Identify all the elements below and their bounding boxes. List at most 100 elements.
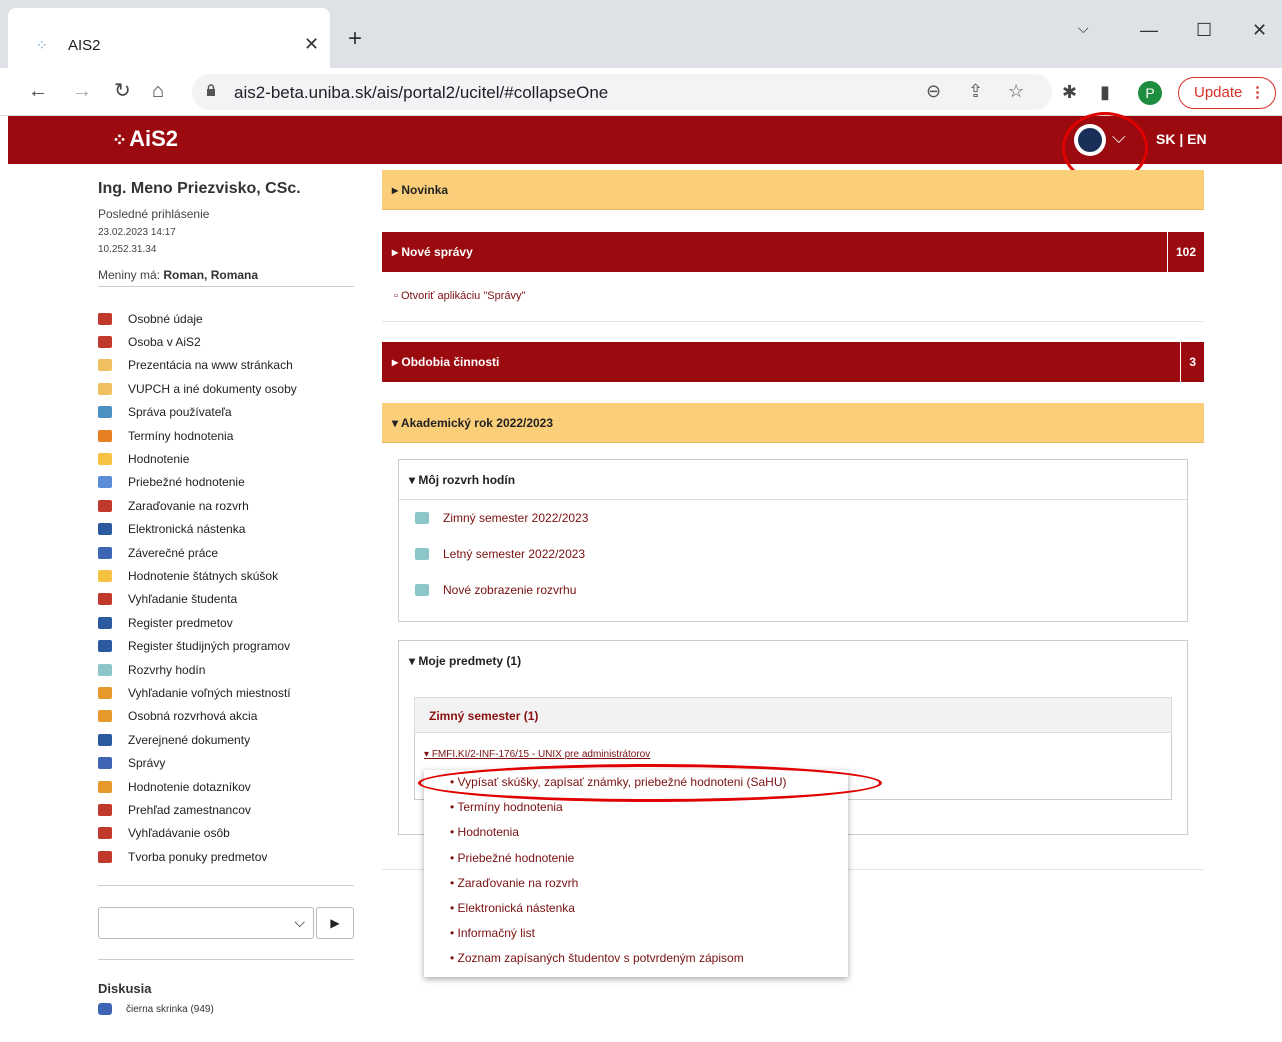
sidebar-item[interactable]: Register predmetov bbox=[98, 611, 354, 634]
sidebar-item-icon bbox=[98, 499, 112, 512]
sidebar-item-icon bbox=[98, 336, 112, 349]
sidebar-item-label: Záverečné práce bbox=[128, 545, 219, 560]
sidebar-item[interactable]: Zaraďovanie na rozvrh bbox=[98, 494, 354, 517]
bullet-icon: • bbox=[450, 875, 458, 890]
logo-dots-icon: ⁘ bbox=[112, 130, 127, 150]
sidebar-item[interactable]: Tvorba ponuky predmetov bbox=[98, 845, 354, 868]
bullet-icon: • bbox=[450, 850, 458, 865]
sidebar-item[interactable]: Správy bbox=[98, 751, 354, 774]
home-icon[interactable]: ⌂ bbox=[152, 80, 164, 102]
subjects-header[interactable]: ▾ Moje predmety (1) bbox=[399, 641, 1187, 681]
zoom-icon[interactable]: ⊖ bbox=[926, 81, 941, 102]
sidebar-item[interactable]: Rozvrhy hodín bbox=[98, 658, 354, 681]
extensions-icon[interactable]: ✱ bbox=[1062, 82, 1077, 103]
sidebar-item[interactable]: Termíny hodnotenia bbox=[98, 424, 354, 447]
schedule-item[interactable]: Nové zobrazenie rozvrhu bbox=[399, 572, 1187, 608]
subject-action-item[interactable]: • Zoznam zapísaných študentov s potvrden… bbox=[424, 946, 848, 971]
url-bar[interactable]: ais2-beta.uniba.sk/ais/portal2/ucitel/#c… bbox=[192, 74, 1052, 110]
sidebar-item[interactable]: Osoba v AiS2 bbox=[98, 330, 354, 353]
sidebar-item[interactable]: Osobná rozvrhová akcia bbox=[98, 705, 354, 728]
schedule-header[interactable]: ▾ Môj rozvrh hodín bbox=[399, 460, 1187, 500]
bookmark-star-icon[interactable]: ☆ bbox=[1008, 81, 1024, 102]
sidebar-item[interactable]: Vyhľadanie voľných miestností bbox=[98, 681, 354, 704]
subject-action-item[interactable]: • Priebežné hodnotenie bbox=[424, 846, 848, 871]
subject-link[interactable]: ▾ FMFI.KI/2-INF-176/15 - UNIX pre admini… bbox=[424, 749, 650, 760]
sidebar-item[interactable]: Záverečné práce bbox=[98, 541, 354, 564]
browser-tab[interactable]: ⁘ AIS2 ✕ bbox=[8, 8, 330, 68]
open-messages-link[interactable]: ▫ Otvoriť aplikáciu "Správy" bbox=[394, 290, 525, 302]
sidebar-item[interactable]: Prehľad zamestnancov bbox=[98, 798, 354, 821]
sidebar-item[interactable]: Priebežné hodnotenie bbox=[98, 471, 354, 494]
sidebar-item[interactable]: VUPCH a iné dokumenty osoby bbox=[98, 377, 354, 400]
sidebar-item-label: Register predmetov bbox=[128, 615, 233, 630]
namedays-names: Roman, Romana bbox=[163, 268, 259, 282]
sidebar-item-label: Vyhľadanie voľných miestností bbox=[128, 685, 291, 700]
language-switch[interactable]: SK | EN bbox=[1156, 131, 1207, 147]
sidebar-item-label: Osoba v AiS2 bbox=[128, 335, 201, 350]
update-button[interactable]: Update ⋮ bbox=[1178, 77, 1276, 109]
sidebar-item-icon bbox=[98, 640, 112, 653]
minimize-icon[interactable]: — bbox=[1140, 20, 1158, 41]
discussion-item[interactable]: čierna skrinka (949) bbox=[98, 1003, 214, 1015]
namedays-label: Meniny má: bbox=[98, 268, 161, 282]
schedule-item[interactable]: Zimný semester 2022/2023 bbox=[399, 500, 1187, 536]
profile-avatar[interactable]: P bbox=[1138, 81, 1162, 105]
tab-close-icon[interactable]: ✕ bbox=[304, 34, 319, 55]
sidebar-item[interactable]: Prezentácia na www stránkach bbox=[98, 354, 354, 377]
menu-dots-icon[interactable]: ⋮ bbox=[1250, 78, 1265, 108]
sidebar-item[interactable]: Hodnotenie dotazníkov bbox=[98, 775, 354, 798]
side-panel-icon[interactable]: ▮ bbox=[1100, 82, 1110, 103]
sidebar-item-label: Vyhľadávanie osôb bbox=[128, 826, 230, 841]
maximize-icon[interactable]: ☐ bbox=[1196, 20, 1212, 41]
schedule-item[interactable]: Letný semester 2022/2023 bbox=[399, 536, 1187, 572]
schedule-item-label: Nové zobrazenie rozvrhu bbox=[443, 583, 577, 597]
subject-action-item[interactable]: • Zaraďovanie na rozvrh bbox=[424, 871, 848, 896]
forward-icon[interactable]: → bbox=[72, 80, 92, 102]
app-select[interactable]: ⌵ bbox=[98, 907, 314, 939]
reload-icon[interactable]: ↻ bbox=[114, 80, 131, 102]
last-login-ip: 10.252.31.34 bbox=[98, 244, 157, 255]
subject-action-item[interactable]: • Informačný list bbox=[424, 921, 848, 946]
sidebar-item[interactable]: Zverejnené dokumenty bbox=[98, 728, 354, 751]
panel-messages[interactable]: ▸ Nové správy 102 bbox=[382, 232, 1204, 272]
window-close-icon[interactable]: ✕ bbox=[1252, 20, 1267, 41]
new-tab-icon[interactable]: + bbox=[348, 27, 362, 51]
url-text: ais2-beta.uniba.sk/ais/portal2/ucitel/#c… bbox=[234, 83, 609, 102]
sidebar-item[interactable]: Vyhľadanie študenta bbox=[98, 588, 354, 611]
sidebar-item[interactable]: Register študijných programov bbox=[98, 634, 354, 657]
panel-periods[interactable]: ▸ Obdobia činnosti 3 bbox=[382, 342, 1204, 382]
panel-news[interactable]: ▸ Novinka bbox=[382, 170, 1204, 210]
go-button[interactable]: ▶ bbox=[316, 907, 354, 939]
semester-header[interactable]: Zimný semester (1) bbox=[414, 697, 1172, 733]
bullet-icon: ▫ bbox=[394, 290, 398, 302]
periods-count-badge: 3 bbox=[1180, 342, 1204, 382]
subject-action-item[interactable]: • Hodnotenia bbox=[424, 820, 848, 845]
sidebar-item-label: Elektronická nástenka bbox=[128, 522, 246, 537]
last-login-time: 23.02.2023 14:17 bbox=[98, 227, 176, 238]
caret-down-icon: ▾ bbox=[409, 654, 416, 668]
tab-search-icon[interactable]: ⌵ bbox=[1078, 20, 1089, 37]
address-toolbar: ← → ↻ ⌂ ais2-beta.uniba.sk/ais/portal2/u… bbox=[0, 68, 1282, 116]
sidebar-item[interactable]: Správa používateľa bbox=[98, 401, 354, 424]
sidebar-item-label: Hodnotenie dotazníkov bbox=[128, 779, 251, 794]
sidebar-item[interactable]: Hodnotenie bbox=[98, 447, 354, 470]
sidebar-item[interactable]: Hodnotenie štátnych skúšok bbox=[98, 564, 354, 587]
update-label: Update bbox=[1194, 84, 1243, 101]
sidebar-item-icon bbox=[98, 429, 112, 442]
namedays: Meniny má: Roman, Romana bbox=[98, 268, 354, 287]
sidebar-item-label: Správa používateľa bbox=[128, 405, 232, 420]
subject-action-item[interactable]: • Elektronická nástenka bbox=[424, 896, 848, 921]
share-icon[interactable]: ⇪ bbox=[968, 81, 983, 102]
sidebar-item[interactable]: Elektronická nástenka bbox=[98, 518, 354, 541]
sidebar-item[interactable]: Vyhľadávanie osôb bbox=[98, 822, 354, 845]
caret-right-icon: ▸ bbox=[392, 245, 399, 259]
ais2-logo[interactable]: ⁘ AiS2 bbox=[112, 126, 178, 152]
sidebar-item[interactable]: Osobné údaje bbox=[98, 307, 354, 330]
play-icon: ▶ bbox=[330, 916, 340, 930]
schedule-title: Môj rozvrh hodín bbox=[418, 473, 516, 487]
subject-action-label: Informačný list bbox=[457, 926, 535, 941]
panel-academic-year[interactable]: ▾ Akademický rok 2022/2023 bbox=[382, 403, 1204, 443]
back-icon[interactable]: ← bbox=[28, 80, 48, 102]
sidebar-menu: Osobné údaje Osoba v AiS2 Prezentácia na w… bbox=[98, 307, 354, 868]
sidebar-item-icon bbox=[98, 546, 112, 559]
